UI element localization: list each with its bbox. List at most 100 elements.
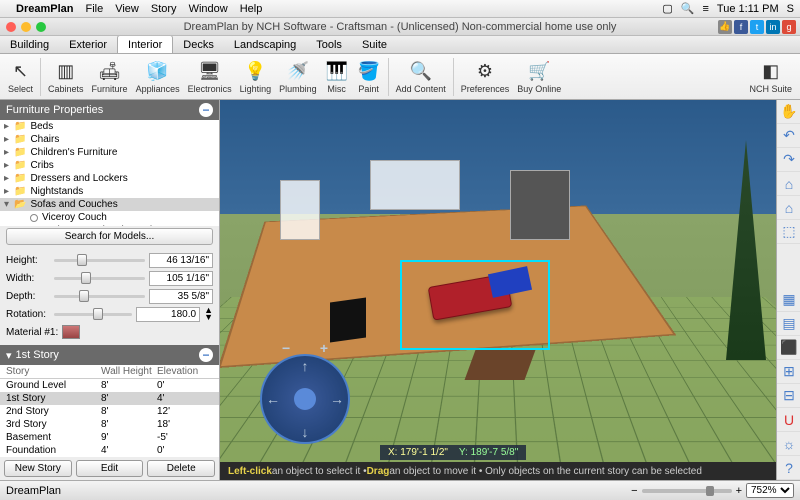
nav-plus-icon[interactable]: + [320,340,328,356]
tool-appliances[interactable]: 🧊Appliances [132,58,184,96]
tab-suite[interactable]: Suite [352,36,397,53]
nch-suite-button[interactable]: ◧NCH Suite [745,58,796,96]
nav-center-icon[interactable] [294,388,316,410]
nav-minus-icon[interactable]: − [282,340,290,356]
zoom-select[interactable]: 752% [746,483,794,498]
story-row-3rd[interactable]: 3rd Story8'18' [0,418,219,431]
view-plan-icon[interactable]: ⬚ [777,220,800,244]
tool-select[interactable]: ↖Select [4,58,37,96]
snap-grid-icon[interactable]: ⊞ [777,360,800,384]
hand-tool-icon[interactable]: ✋ [777,100,800,124]
tree-folder-beds[interactable]: ▸📁Beds [0,120,219,133]
tv-object[interactable] [330,297,366,342]
rotation-value[interactable]: 180.0 [136,307,200,322]
facebook-icon[interactable]: f [734,20,748,34]
airplay-icon[interactable]: ▢ [662,2,672,15]
tree-folder-dressers[interactable]: ▸📁Dressers and Lockers [0,172,219,185]
sun-icon[interactable]: ☼ [777,432,800,456]
story-row-ground[interactable]: Ground Level8'0' [0,379,219,392]
width-slider[interactable] [54,272,145,284]
search-models-button[interactable]: Search for Models... [6,228,213,245]
tool-paint[interactable]: 🪣Paint [353,58,385,96]
tree-folder-nightstands[interactable]: ▸📁Nightstands [0,185,219,198]
nav-down-icon[interactable]: ↓ [302,424,309,440]
tab-building[interactable]: Building [0,36,59,53]
depth-slider[interactable] [54,290,145,302]
electronics-icon: 🖥 [198,60,222,84]
view-3d-icon[interactable]: ⌂ [777,172,800,196]
story-row-1st[interactable]: 1st Story8'4' [0,392,219,405]
menu-window[interactable]: Window [189,3,228,15]
view-walk-icon[interactable]: ⌂ [777,196,800,220]
twitter-icon[interactable]: t [750,20,764,34]
help-icon[interactable]: ? [777,456,800,480]
tool-buy-online[interactable]: 🛒Buy Online [513,58,565,96]
tree-folder-sofas[interactable]: ▾📂Sofas and Couches [0,198,219,211]
collapse-story-button[interactable]: − [199,348,213,362]
story-title: 1st Story [16,349,59,361]
depth-value[interactable]: 35 5/8" [149,289,213,304]
story-row-basement[interactable]: Basement9'-5' [0,431,219,444]
app-menu[interactable]: DreamPlan [16,3,73,15]
tool-furniture[interactable]: 🛋Furniture [88,58,132,96]
nav-up-icon[interactable]: ↑ [302,358,309,374]
tool-lighting[interactable]: 💡Lighting [236,58,276,96]
tab-interior[interactable]: Interior [117,35,173,53]
shade-icon[interactable]: ⬛ [777,336,800,360]
user[interactable]: S [787,3,794,15]
story-row-foundation[interactable]: Foundation4'0' [0,444,219,457]
tool-add-content[interactable]: 🔍Add Content [392,58,450,96]
3d-viewport[interactable]: ↑ ↓ ← → − + X: 179'-1 1/2" Y: 189'-7 5/8… [220,100,776,480]
linkedin-icon[interactable]: in [766,20,780,34]
zoom-out-button[interactable]: − [631,485,637,497]
delete-story-button[interactable]: Delete [147,460,215,477]
undo-icon[interactable]: ↶ [777,124,800,148]
menu-file[interactable]: File [85,3,103,15]
gplus-icon[interactable]: g [782,20,796,34]
tab-landscaping[interactable]: Landscaping [224,36,306,53]
width-value[interactable]: 105 1/16" [149,271,213,286]
tool-plumbing[interactable]: 🚿Plumbing [275,58,321,96]
grid-icon[interactable]: ▦ [777,288,800,312]
height-slider[interactable] [54,254,145,266]
new-story-button[interactable]: New Story [4,460,72,477]
redo-icon[interactable]: ↷ [777,148,800,172]
height-value[interactable]: 46 13/16" [149,253,213,268]
bureau-object[interactable] [465,350,536,380]
nav-left-icon[interactable]: ← [266,391,280,407]
tree-folder-cribs[interactable]: ▸📁Cribs [0,159,219,172]
menu-view[interactable]: View [115,3,139,15]
collapse-properties-button[interactable]: − [199,103,213,117]
menu-extras-icon[interactable]: ≡ [702,3,708,15]
tool-misc[interactable]: 🎹Misc [321,58,353,96]
spotlight-icon[interactable]: 🔍 [681,2,695,15]
rotation-slider[interactable] [54,308,132,320]
layers-icon[interactable]: ▤ [777,312,800,336]
thumbs-icon[interactable]: 👍 [718,20,732,34]
material-label: Material #1: [6,327,58,338]
tree-folder-chairs[interactable]: ▸📁Chairs [0,133,219,146]
menu-story[interactable]: Story [151,3,177,15]
tab-tools[interactable]: Tools [306,36,352,53]
tree-folder-childrens[interactable]: ▸📁Children's Furniture [0,146,219,159]
magnet-icon[interactable]: U [777,408,800,432]
nav-wheel[interactable]: ↑ ↓ ← → − + [260,354,350,444]
material-swatch[interactable] [62,325,80,339]
snap-off-icon[interactable]: ⊟ [777,384,800,408]
tool-preferences[interactable]: ⚙Preferences [457,58,514,96]
tree-item-lshape[interactable]: L-Shape Sectional Couch [0,224,219,226]
tree-item-viceroy[interactable]: Viceroy Couch [0,211,219,224]
suite-icon: ◧ [759,60,783,84]
zoom-in-button[interactable]: + [736,485,742,497]
menu-help[interactable]: Help [240,3,263,15]
mac-menubar: DreamPlan File View Story Window Help ▢ … [0,0,800,18]
nav-right-icon[interactable]: → [330,391,344,407]
tab-decks[interactable]: Decks [173,36,224,53]
zoom-slider[interactable] [642,489,732,493]
tool-cabinets[interactable]: ▥Cabinets [44,58,88,96]
tab-exterior[interactable]: Exterior [59,36,117,53]
tool-electronics[interactable]: 🖥Electronics [184,58,236,96]
rotation-stepper[interactable]: ▲▼ [204,307,213,321]
edit-story-button[interactable]: Edit [76,460,144,477]
story-row-2nd[interactable]: 2nd Story8'12' [0,405,219,418]
